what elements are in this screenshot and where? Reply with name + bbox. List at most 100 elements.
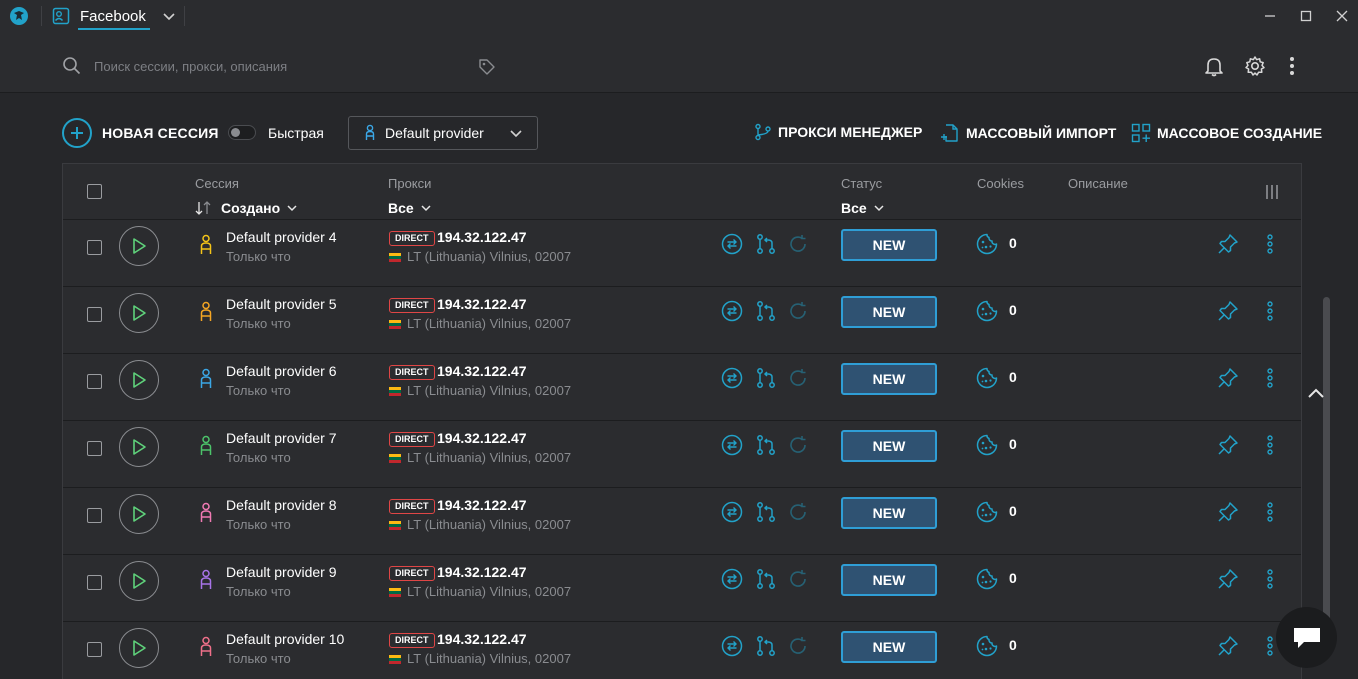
mass-create-button[interactable]: МАССОВОЕ СОЗДАНИЕ bbox=[1131, 123, 1322, 143]
search-input[interactable] bbox=[94, 55, 474, 77]
swap-icon[interactable] bbox=[721, 635, 743, 657]
status-badge[interactable]: NEW bbox=[841, 296, 937, 328]
play-button[interactable] bbox=[119, 360, 159, 400]
status-filter-dropdown[interactable]: Все bbox=[841, 200, 885, 216]
play-button[interactable] bbox=[119, 293, 159, 333]
session-name[interactable]: Default provider 4 bbox=[226, 229, 337, 245]
branch-icon[interactable] bbox=[755, 568, 777, 590]
kebab-icon[interactable] bbox=[1263, 434, 1277, 456]
close-button[interactable] bbox=[1333, 7, 1351, 25]
session-sort-dropdown[interactable]: Создано bbox=[221, 200, 298, 216]
sort-icon[interactable] bbox=[194, 201, 214, 215]
pin-icon[interactable] bbox=[1217, 367, 1239, 389]
refresh-icon[interactable] bbox=[787, 434, 809, 456]
session-name[interactable]: Default provider 6 bbox=[226, 363, 337, 379]
cookie-icon[interactable] bbox=[976, 300, 998, 322]
kebab-icon[interactable] bbox=[1263, 568, 1277, 590]
branch-icon[interactable] bbox=[755, 635, 777, 657]
pin-icon[interactable] bbox=[1217, 434, 1239, 456]
proxy-ip[interactable]: 194.32.122.47 bbox=[437, 497, 527, 513]
gear-icon[interactable] bbox=[1244, 55, 1266, 77]
row-checkbox[interactable] bbox=[87, 508, 102, 523]
play-button[interactable] bbox=[119, 628, 159, 668]
scrollbar[interactable] bbox=[1323, 297, 1330, 627]
proxy-ip[interactable]: 194.32.122.47 bbox=[437, 229, 527, 245]
refresh-icon[interactable] bbox=[787, 635, 809, 657]
tag-icon[interactable] bbox=[478, 58, 496, 76]
app-logo-icon[interactable] bbox=[9, 6, 29, 26]
mass-import-button[interactable]: МАССОВЫЙ ИМПОРТ bbox=[940, 123, 1116, 143]
proxy-ip[interactable]: 194.32.122.47 bbox=[437, 631, 527, 647]
proxy-filter-dropdown[interactable]: Все bbox=[388, 200, 432, 216]
status-badge[interactable]: NEW bbox=[841, 564, 937, 596]
status-badge[interactable]: NEW bbox=[841, 363, 937, 395]
pin-icon[interactable] bbox=[1217, 300, 1239, 322]
branch-icon[interactable] bbox=[755, 367, 777, 389]
refresh-icon[interactable] bbox=[787, 367, 809, 389]
proxy-ip[interactable]: 194.32.122.47 bbox=[437, 296, 527, 312]
profile-tab[interactable]: Facebook bbox=[52, 3, 176, 29]
status-badge[interactable]: NEW bbox=[841, 497, 937, 529]
cookie-icon[interactable] bbox=[976, 635, 998, 657]
session-name[interactable]: Default provider 8 bbox=[226, 497, 337, 513]
provider-select[interactable]: Default provider bbox=[348, 116, 538, 150]
pin-icon[interactable] bbox=[1217, 568, 1239, 590]
bell-icon[interactable] bbox=[1203, 55, 1225, 77]
kebab-icon[interactable] bbox=[1263, 501, 1277, 523]
kebab-icon[interactable] bbox=[1283, 55, 1301, 77]
swap-icon[interactable] bbox=[721, 300, 743, 322]
proxy-manager-button[interactable]: ПРОКСИ МЕНЕДЖЕР bbox=[754, 123, 922, 141]
branch-icon[interactable] bbox=[755, 501, 777, 523]
play-button[interactable] bbox=[119, 427, 159, 467]
cookie-icon[interactable] bbox=[976, 568, 998, 590]
chat-button[interactable] bbox=[1276, 607, 1337, 668]
pin-icon[interactable] bbox=[1217, 635, 1239, 657]
row-checkbox[interactable] bbox=[87, 307, 102, 322]
proxy-ip[interactable]: 194.32.122.47 bbox=[437, 363, 527, 379]
swap-icon[interactable] bbox=[721, 434, 743, 456]
kebab-icon[interactable] bbox=[1263, 300, 1277, 322]
row-checkbox[interactable] bbox=[87, 441, 102, 456]
pin-icon[interactable] bbox=[1217, 501, 1239, 523]
minimize-button[interactable] bbox=[1261, 7, 1279, 25]
pin-icon[interactable] bbox=[1217, 233, 1239, 255]
play-button[interactable] bbox=[119, 494, 159, 534]
branch-icon[interactable] bbox=[755, 434, 777, 456]
refresh-icon[interactable] bbox=[787, 501, 809, 523]
cookie-icon[interactable] bbox=[976, 367, 998, 389]
status-badge[interactable]: NEW bbox=[841, 430, 937, 462]
swap-icon[interactable] bbox=[721, 501, 743, 523]
kebab-icon[interactable] bbox=[1263, 233, 1277, 255]
row-checkbox[interactable] bbox=[87, 240, 102, 255]
refresh-icon[interactable] bbox=[787, 233, 809, 255]
swap-icon[interactable] bbox=[721, 568, 743, 590]
maximize-button[interactable] bbox=[1297, 7, 1315, 25]
kebab-icon[interactable] bbox=[1263, 367, 1277, 389]
scroll-up-icon[interactable] bbox=[1305, 383, 1327, 405]
select-all-checkbox[interactable] bbox=[87, 184, 102, 199]
cookie-icon[interactable] bbox=[976, 434, 998, 456]
swap-icon[interactable] bbox=[721, 367, 743, 389]
cookie-icon[interactable] bbox=[976, 501, 998, 523]
chevron-down-icon[interactable] bbox=[162, 9, 176, 23]
refresh-icon[interactable] bbox=[787, 568, 809, 590]
play-button[interactable] bbox=[119, 226, 159, 266]
proxy-ip[interactable]: 194.32.122.47 bbox=[437, 564, 527, 580]
play-button[interactable] bbox=[119, 561, 159, 601]
row-checkbox[interactable] bbox=[87, 374, 102, 389]
session-name[interactable]: Default provider 7 bbox=[226, 430, 337, 446]
session-name[interactable]: Default provider 5 bbox=[226, 296, 337, 312]
swap-icon[interactable] bbox=[721, 233, 743, 255]
cookie-icon[interactable] bbox=[976, 233, 998, 255]
columns-icon[interactable] bbox=[1264, 184, 1280, 200]
new-session-button[interactable]: НОВАЯ СЕССИЯ bbox=[62, 118, 219, 148]
status-badge[interactable]: NEW bbox=[841, 631, 937, 663]
session-name[interactable]: Default provider 9 bbox=[226, 564, 337, 580]
row-checkbox[interactable] bbox=[87, 575, 102, 590]
branch-icon[interactable] bbox=[755, 300, 777, 322]
refresh-icon[interactable] bbox=[787, 300, 809, 322]
fast-toggle[interactable] bbox=[228, 125, 256, 140]
session-name[interactable]: Default provider 10 bbox=[226, 631, 344, 647]
branch-icon[interactable] bbox=[755, 233, 777, 255]
status-badge[interactable]: NEW bbox=[841, 229, 937, 261]
